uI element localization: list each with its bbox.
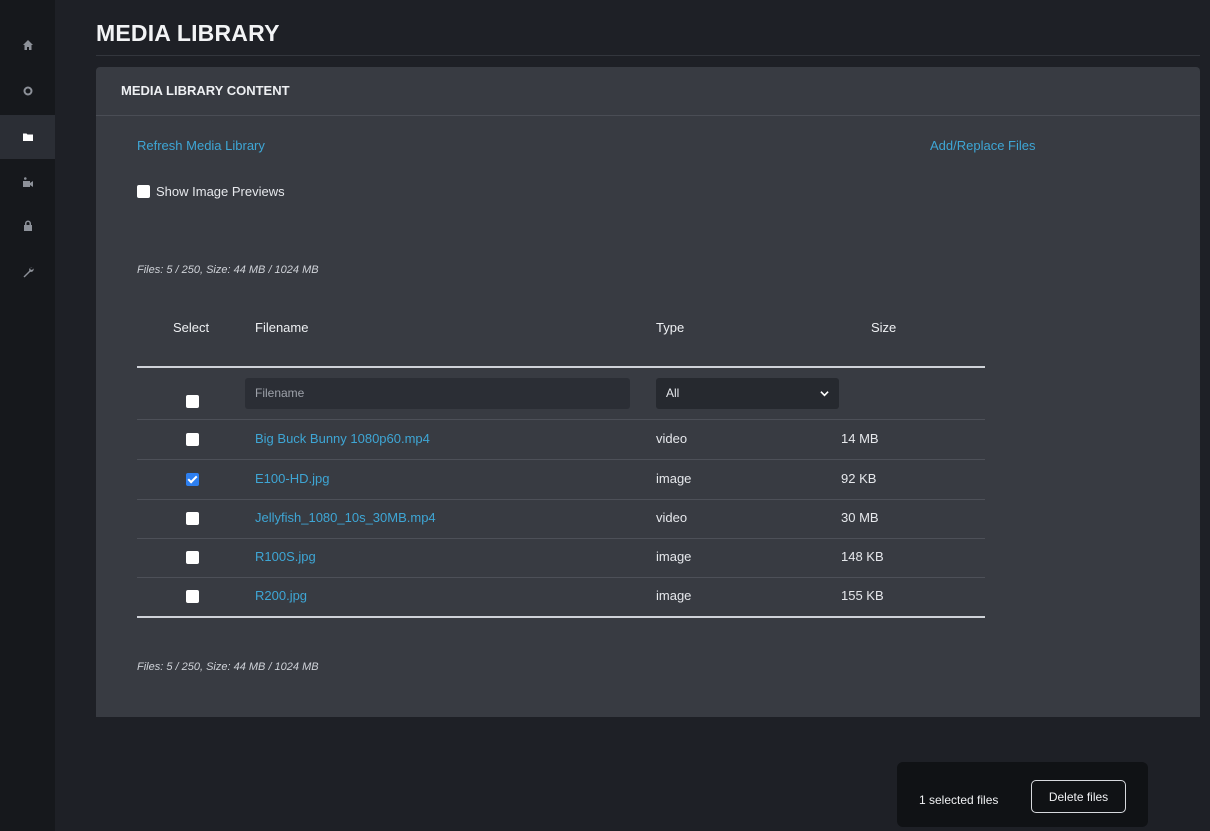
file-size: 14 MB	[841, 431, 879, 446]
file-type: image	[656, 549, 692, 564]
file-type: video	[656, 510, 688, 525]
file-size: 155 KB	[841, 588, 884, 603]
selection-action-bar: 1 selected files Delete files	[897, 762, 1148, 827]
filter-row: Filename All	[137, 368, 985, 420]
column-header-size[interactable]: Size	[871, 320, 896, 335]
filename-link[interactable]: R200.jpg	[255, 588, 307, 603]
sidebar-item-media[interactable]	[0, 115, 55, 159]
sidebar-item-home[interactable]	[0, 23, 55, 67]
table-row[interactable]: Jellyfish_1080_10s_30MB.mp4 video 30 MB	[137, 499, 985, 539]
row-select-checkbox[interactable]	[186, 473, 199, 486]
table-row[interactable]: E100-HD.jpg image 92 KB	[137, 460, 985, 500]
wrench-icon	[23, 267, 34, 278]
sidebar	[0, 0, 55, 831]
row-select-checkbox[interactable]	[186, 551, 199, 564]
filename-filter-input[interactable]: Filename	[245, 378, 630, 409]
lock-icon	[23, 220, 32, 231]
table-row[interactable]: R200.jpg image 155 KB	[137, 577, 985, 618]
show-image-previews-label: Show Image Previews	[156, 184, 285, 199]
file-type: image	[656, 588, 692, 603]
file-usage-info-top: Files: 5 / 250, Size: 44 MB / 1024 MB	[137, 264, 319, 276]
panel-title: MEDIA LIBRARY CONTENT	[121, 83, 290, 98]
refresh-media-library-link[interactable]: Refresh Media Library	[137, 138, 265, 153]
media-library-panel: MEDIA LIBRARY CONTENT Refresh Media Libr…	[96, 67, 1200, 717]
panel-header: MEDIA LIBRARY CONTENT	[96, 67, 1200, 116]
type-filter-value: All	[666, 386, 680, 400]
file-size: 30 MB	[841, 510, 879, 525]
table-row[interactable]: R100S.jpg image 148 KB	[137, 538, 985, 578]
filename-link[interactable]: Big Buck Bunny 1080p60.mp4	[255, 431, 430, 446]
sidebar-item-security[interactable]	[0, 204, 55, 248]
title-divider	[96, 55, 1200, 56]
filename-link[interactable]: R100S.jpg	[255, 549, 316, 564]
selected-files-count: 1 selected files	[919, 793, 999, 807]
home-icon	[22, 40, 33, 50]
row-select-checkbox[interactable]	[186, 590, 199, 603]
row-select-checkbox[interactable]	[186, 512, 199, 525]
column-header-type[interactable]: Type	[656, 320, 684, 335]
add-replace-files-link[interactable]: Add/Replace Files	[930, 138, 1036, 153]
file-usage-info-bottom: Files: 5 / 250, Size: 44 MB / 1024 MB	[137, 661, 319, 673]
filename-link[interactable]: E100-HD.jpg	[255, 471, 329, 486]
file-type: image	[656, 471, 692, 486]
file-size: 148 KB	[841, 549, 884, 564]
column-header-filename[interactable]: Filename	[255, 320, 308, 335]
chevron-down-icon	[820, 391, 829, 397]
type-filter-select[interactable]: All	[656, 378, 839, 409]
sidebar-item-tools[interactable]	[0, 250, 55, 294]
select-all-checkbox[interactable]	[186, 395, 199, 408]
table-row[interactable]: Big Buck Bunny 1080p60.mp4 video 14 MB	[137, 420, 985, 460]
page-title: MEDIA LIBRARY	[96, 20, 280, 46]
show-image-previews-checkbox[interactable]	[137, 185, 150, 198]
filename-link[interactable]: Jellyfish_1080_10s_30MB.mp4	[255, 510, 436, 525]
row-select-checkbox[interactable]	[186, 433, 199, 446]
show-image-previews-toggle[interactable]: Show Image Previews	[137, 184, 285, 199]
gear-icon	[22, 86, 33, 96]
file-size: 92 KB	[841, 471, 877, 486]
video-camera-icon	[22, 177, 33, 187]
sidebar-item-video[interactable]	[0, 161, 55, 205]
file-type: video	[656, 431, 688, 446]
delete-files-button[interactable]: Delete files	[1031, 780, 1126, 813]
column-header-select: Select	[173, 320, 210, 335]
folder-icon	[22, 133, 33, 141]
sidebar-item-settings[interactable]	[0, 69, 55, 113]
